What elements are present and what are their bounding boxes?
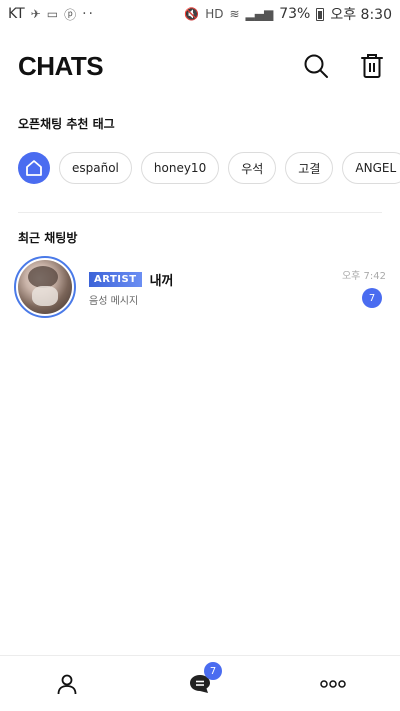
artist-badge: ARTIST (89, 272, 142, 287)
header: CHATS (18, 48, 386, 84)
battery-icon (316, 7, 325, 21)
nav-chats-button[interactable]: 7 (165, 656, 235, 711)
chat-room-name: 내꺼 (149, 274, 174, 289)
more-dots-icon (320, 680, 346, 688)
notification-icon: ✈ (30, 7, 41, 21)
tag-chip[interactable]: 우석 (228, 152, 277, 184)
wifi-icon: ≋ (229, 7, 240, 21)
home-tag-button[interactable] (18, 152, 50, 184)
chat-room-row[interactable]: ARTIST 내꺼 음성 메시지 오후 7:42 7 (14, 256, 386, 320)
tag-chip[interactable]: honey10 (140, 152, 220, 184)
nav-more-button[interactable] (298, 656, 368, 711)
battery-percent: 73% (279, 6, 311, 22)
pinterest-icon: ⓟ (64, 7, 77, 22)
hd-icon: HD (205, 7, 224, 21)
search-icon (304, 54, 328, 78)
divider (18, 212, 382, 213)
search-button[interactable] (302, 52, 330, 80)
tag-chip[interactable]: español (59, 152, 132, 184)
nav-profile-button[interactable] (32, 656, 102, 711)
person-icon (57, 674, 77, 695)
signal-icon: ▂▄▆ (245, 7, 274, 21)
avatar-photo (18, 260, 72, 314)
carrier-label: KT (8, 6, 25, 22)
recent-chats-label: 최근 채팅방 (18, 231, 78, 245)
tag-list: español honey10 우석 고결 ANGEL (18, 152, 400, 186)
chat-room-header: ARTIST 내꺼 (89, 270, 173, 289)
tag-chip[interactable]: 고결 (285, 152, 334, 184)
delete-button[interactable] (358, 52, 386, 80)
app-notification-icon: ▭ (46, 7, 59, 21)
tag-chip[interactable]: ANGEL (342, 152, 400, 184)
status-bar-right: 🔇 HD ≋ ▂▄▆ 73% 오후 8:30 (184, 4, 392, 24)
clock: 오후 8:30 (330, 7, 392, 23)
mute-icon: 🔇 (184, 7, 200, 21)
last-message-preview: 음성 메시지 (89, 296, 139, 307)
status-bar-left: KT ✈ ▭ ⓟ ·· (8, 6, 95, 23)
last-message-time: 오후 7:42 (341, 271, 386, 282)
chats-unread-badge: 7 (204, 662, 222, 680)
home-icon (26, 160, 42, 176)
page-title: CHATS (18, 50, 104, 81)
trash-icon (361, 54, 383, 78)
header-actions (302, 52, 386, 80)
avatar (14, 256, 76, 318)
more-notifications-indicator: ·· (82, 6, 95, 22)
unread-count-badge: 7 (362, 288, 382, 308)
bottom-nav: 7 (0, 655, 400, 711)
status-bar: KT ✈ ▭ ⓟ ·· 🔇 HD ≋ ▂▄▆ 73% 오후 8:30 (0, 0, 400, 28)
tags-section-label: 오픈채팅 추천 태그 (18, 117, 115, 131)
